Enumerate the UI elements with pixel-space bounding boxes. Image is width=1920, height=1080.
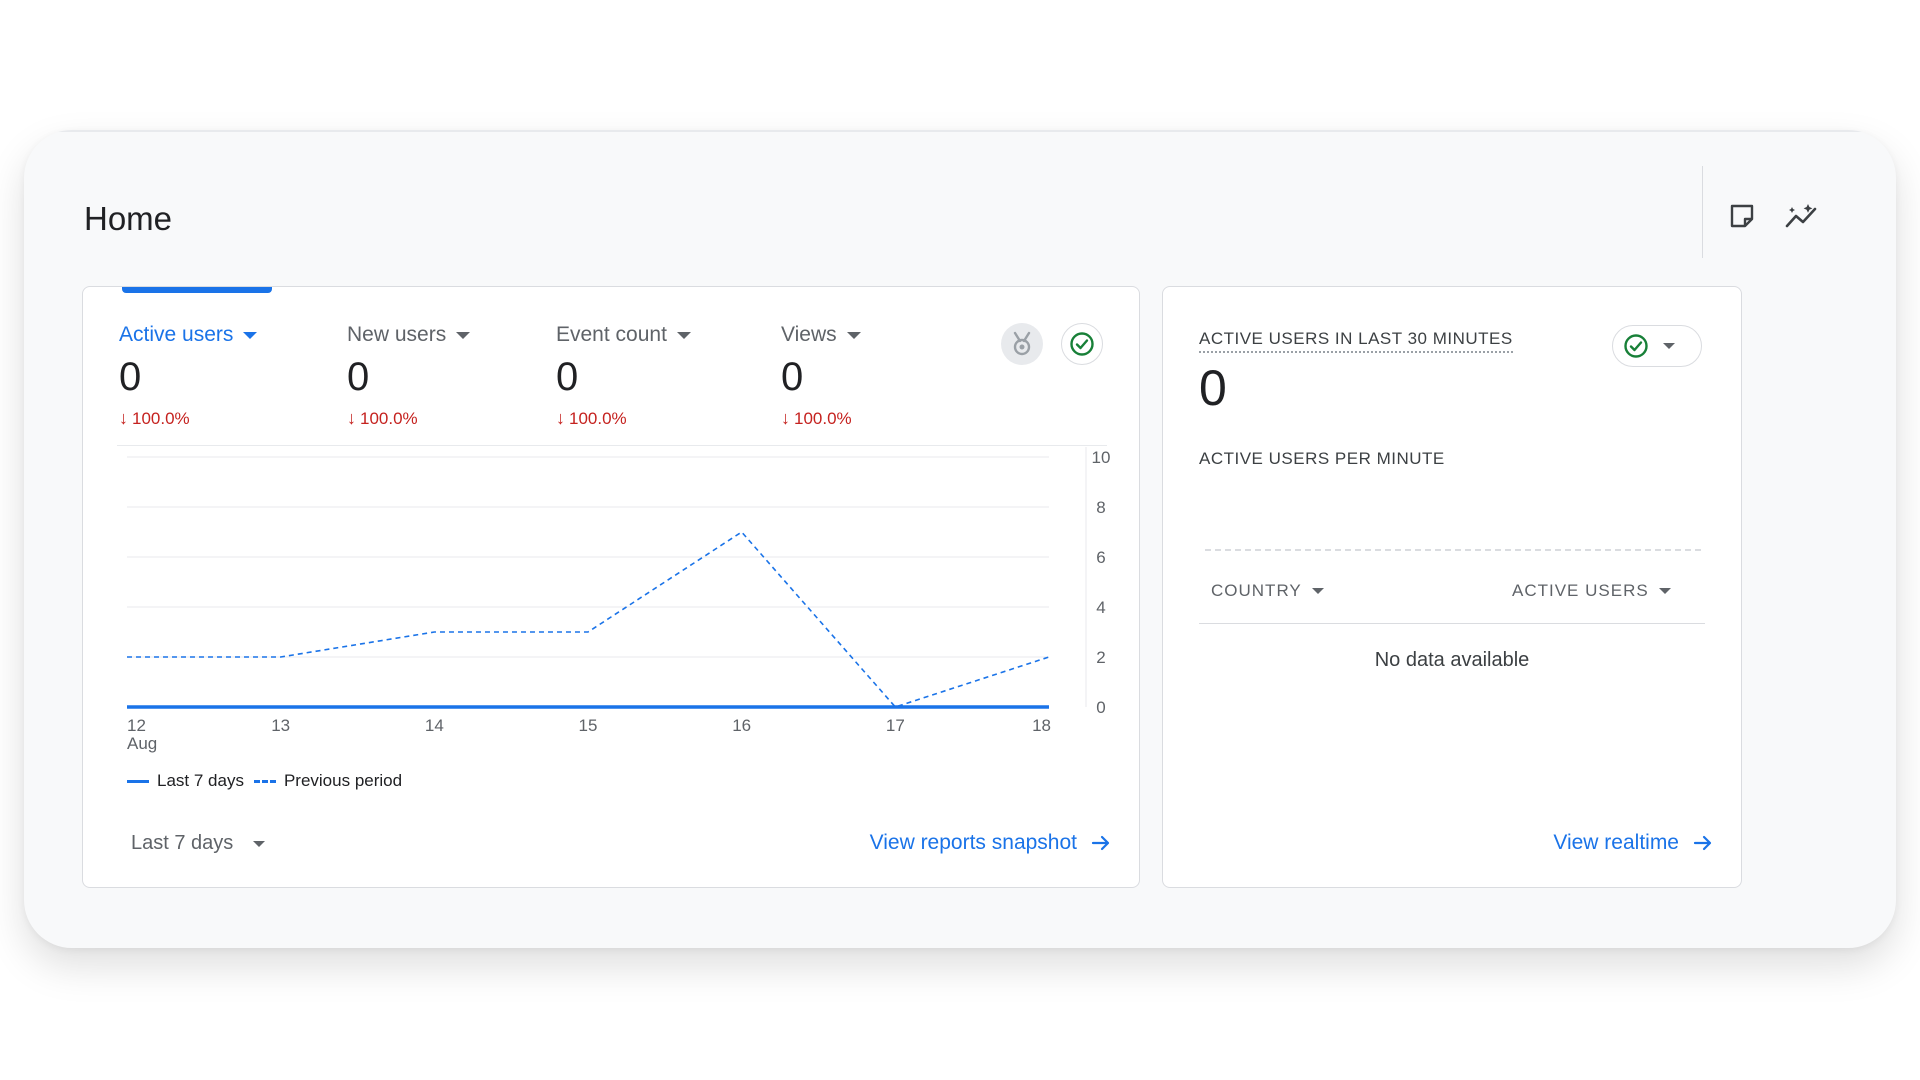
y-tick-label: 6: [1096, 548, 1105, 567]
link-text: View reports snapshot: [869, 831, 1077, 854]
caret-down-icon: [253, 840, 266, 847]
caret-down-icon: [1658, 588, 1671, 594]
x-tick-label: 12: [127, 716, 146, 735]
x-tick-label: 14: [425, 716, 444, 735]
y-tick-label: 4: [1096, 598, 1105, 617]
header-divider: [1702, 166, 1703, 258]
legend-swatch-dashed: [253, 779, 276, 783]
column-header-active-users[interactable]: ACTIVE USERS: [1512, 581, 1671, 601]
table-divider: [1199, 623, 1705, 624]
column-header-label: COUNTRY: [1211, 581, 1302, 600]
realtime-card: ACTIVE USERS IN LAST 30 MINUTES 0 ACTIVE…: [1162, 286, 1742, 888]
chart-grid: [127, 447, 1087, 707]
chart-series: [127, 531, 1050, 709]
view-reports-snapshot-link[interactable]: View reports snapshot: [870, 831, 1111, 855]
line-chart: 0 2 4 6 8 10 12 13 14 15 16 17 18 Aug: [127, 447, 1111, 753]
y-tick-label: 2: [1096, 648, 1105, 667]
chart-y-ticks: 0 2 4 6 8 10: [1092, 448, 1111, 717]
date-range-dropdown[interactable]: Last 7 days: [131, 832, 266, 855]
caret-down-icon: [1663, 343, 1675, 349]
empty-state-text: No data available: [1374, 649, 1530, 671]
x-tick-label: 18: [1032, 716, 1051, 735]
legend-label: Previous period: [283, 771, 403, 790]
x-tick-label: 15: [579, 716, 598, 735]
realtime-subtitle: ACTIVE USERS PER MINUTE: [1199, 449, 1445, 468]
legend-label: Last 7 days: [157, 771, 244, 790]
x-tick-label: 16: [732, 716, 751, 735]
chart-x-ticks: 12 13 14 15 16 17 18 Aug: [127, 716, 1051, 753]
x-tick-label: 13: [271, 716, 290, 735]
note-icon[interactable]: [1724, 198, 1760, 234]
arrow-right-icon: [1091, 835, 1110, 851]
link-text: View realtime: [1553, 831, 1679, 854]
overview-card: Active users 0 ↓ 100.0% New users 0 ↓ 100.…: [82, 286, 1140, 888]
view-realtime-link[interactable]: View realtime: [1553, 831, 1713, 855]
realtime-value: 0: [1199, 360, 1227, 416]
date-range-label: Last 7 days: [131, 832, 234, 854]
realtime-compare-dropdown[interactable]: [1612, 325, 1702, 367]
chart-legend: Last 7 days Previous period: [127, 771, 412, 791]
caret-down-icon: [1311, 588, 1324, 594]
legend-swatch-solid: [127, 779, 149, 783]
legend-item-last-7-days: Last 7 days: [127, 771, 244, 791]
x-tick-sublabel: Aug: [127, 734, 157, 753]
y-tick-label: 10: [1092, 448, 1111, 467]
legend-item-previous-period: Previous period: [253, 771, 403, 791]
top-divider: [52, 130, 1868, 132]
home-panel: Home Active users 0 ↓ 100.0% New users 0 …: [24, 130, 1896, 948]
realtime-title[interactable]: ACTIVE USERS IN LAST 30 MINUTES: [1199, 329, 1513, 353]
y-tick-label: 8: [1096, 498, 1105, 517]
insights-icon[interactable]: [1784, 198, 1820, 234]
column-header-label: ACTIVE USERS: [1512, 581, 1649, 600]
x-tick-label: 17: [886, 716, 905, 735]
check-circle-icon: [1624, 334, 1648, 358]
page-title: Home: [84, 200, 173, 237]
y-tick-label: 0: [1096, 698, 1105, 717]
arrow-right-icon: [1693, 835, 1712, 851]
per-minute-placeholder: [1205, 549, 1701, 551]
column-header-country[interactable]: COUNTRY: [1211, 581, 1324, 601]
series-line-previous-period: [127, 531, 1050, 708]
